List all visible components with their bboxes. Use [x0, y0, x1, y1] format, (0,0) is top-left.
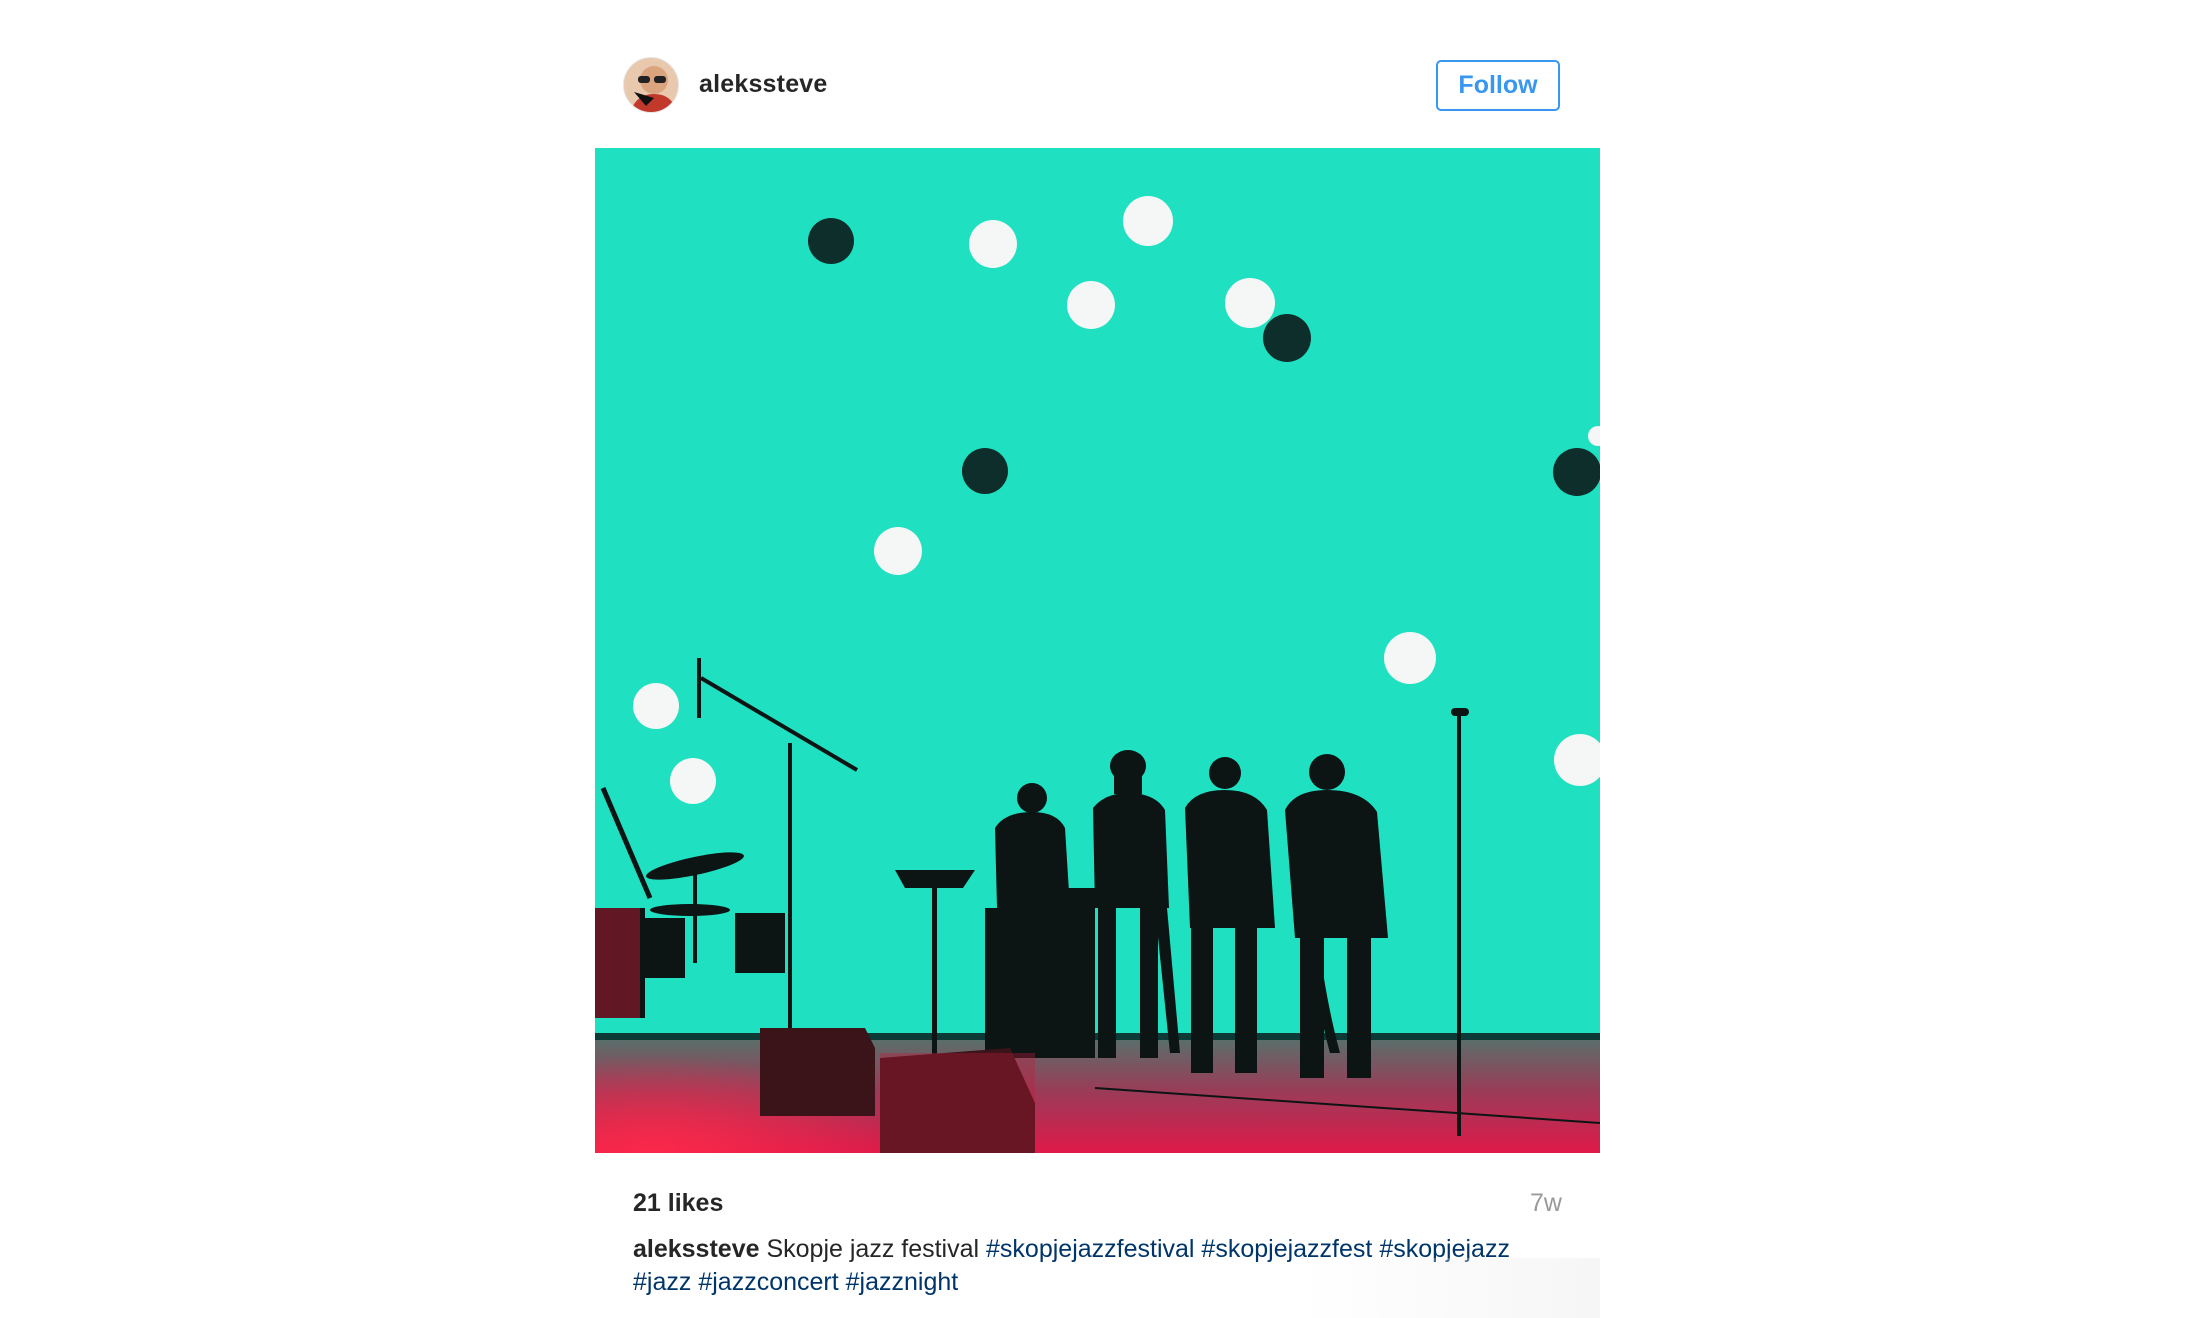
post-meta: 21 likes 7w alekssteve Skopje jazz festi… [595, 1153, 1600, 1318]
caption-username[interactable]: alekssteve [633, 1235, 760, 1263]
hashtag-link[interactable]: #jazz [633, 1268, 691, 1296]
hashtag-link[interactable]: #skopjejazzfestival [986, 1235, 1194, 1263]
post-timestamp[interactable]: 7w [1530, 1189, 1562, 1218]
post-author-username[interactable]: alekssteve [699, 70, 828, 99]
follow-button[interactable]: Follow [1436, 60, 1560, 111]
post-photo[interactable] [595, 148, 1600, 1153]
post-header: alekssteve Follow [595, 0, 1600, 148]
likes-count[interactable]: 21 likes [633, 1189, 723, 1218]
caption-text: Skopje jazz festival [766, 1235, 980, 1263]
hashtag-link[interactable]: #jazznight [846, 1268, 959, 1296]
post-card: alekssteve Follow 21 likes 7w alekssteve… [595, 0, 1600, 1318]
profile-avatar-icon[interactable] [623, 57, 679, 113]
scroll-fade [1300, 1258, 1600, 1318]
hashtag-link[interactable]: #jazzconcert [698, 1268, 838, 1296]
